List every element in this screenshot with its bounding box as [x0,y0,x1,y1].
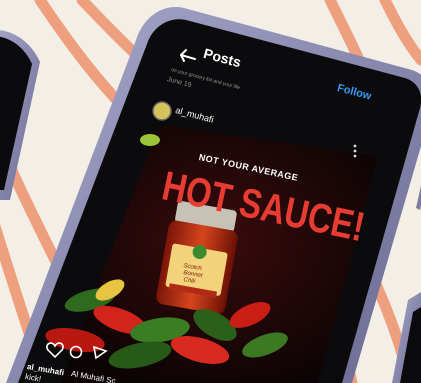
left-phone [0,30,40,200]
brand-logo [140,134,160,146]
avatar[interactable] [152,101,172,121]
caption-more: kick! [24,372,42,383]
more-options-icon[interactable] [353,144,357,158]
photo-scene: Posts Follow on your grocery list and yo… [0,0,421,383]
